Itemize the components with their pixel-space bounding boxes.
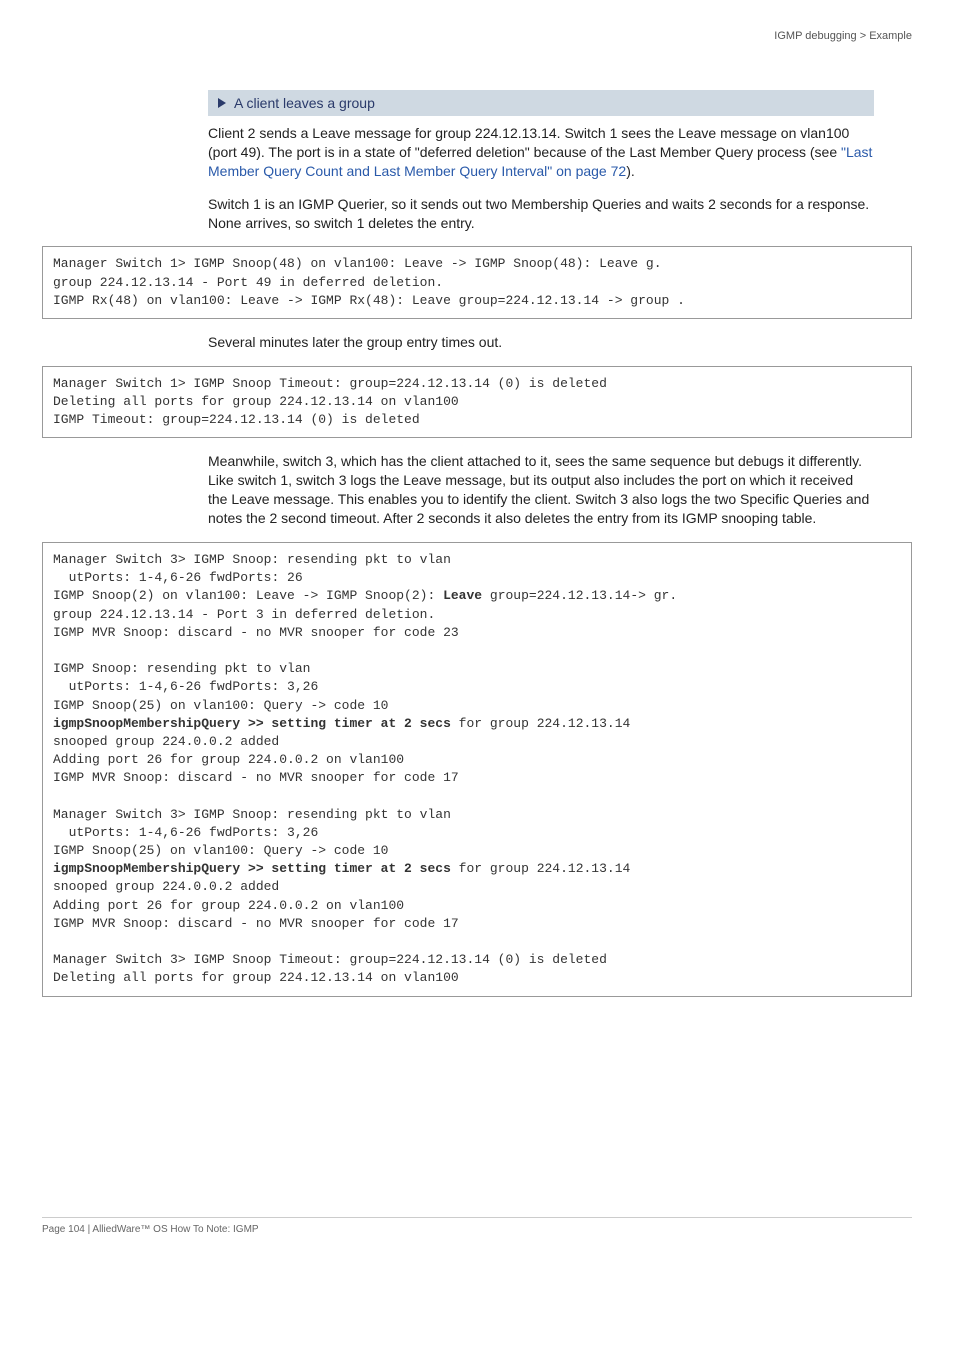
code-line: snooped group 224.0.0.2 added bbox=[53, 879, 279, 894]
code-line: group 224.12.13.14 - Port 3 in deferred … bbox=[53, 607, 435, 622]
code-line: Manager Switch 3> IGMP Snoop: resending … bbox=[53, 807, 451, 822]
code-line: IGMP Snoop(2) on vlan100: Leave -> IGMP … bbox=[53, 588, 443, 603]
code-line: utPorts: 1-4,6-26 fwdPorts: 3,26 bbox=[53, 825, 318, 840]
code-line: utPorts: 1-4,6-26 fwdPorts: 26 bbox=[53, 570, 303, 585]
code-line: for group 224.12.13.14 bbox=[451, 861, 630, 876]
page-footer: Page 104 | AlliedWare™ OS How To Note: I… bbox=[42, 1217, 912, 1235]
code-line: Manager Switch 3> IGMP Snoop Timeout: gr… bbox=[53, 952, 607, 967]
paragraph: Meanwhile, switch 3, which has the clien… bbox=[208, 452, 874, 528]
code-line: IGMP MVR Snoop: discard - no MVR snooper… bbox=[53, 916, 459, 931]
code-line: for group 224.12.13.14 bbox=[451, 716, 630, 731]
section-title: A client leaves a group bbox=[234, 95, 375, 111]
text-run: Client 2 sends a Leave message for group… bbox=[208, 125, 849, 160]
code-line: snooped group 224.0.0.2 added bbox=[53, 734, 279, 749]
text-run: ). bbox=[626, 163, 635, 179]
code-line: IGMP MVR Snoop: discard - no MVR snooper… bbox=[53, 770, 459, 785]
code-line: IGMP Snoop: resending pkt to vlan bbox=[53, 661, 310, 676]
paragraph: Several minutes later the group entry ti… bbox=[208, 333, 874, 352]
code-bold: Leave bbox=[443, 588, 482, 603]
triangle-right-icon bbox=[218, 98, 226, 108]
code-line: IGMP Snoop(25) on vlan100: Query -> code… bbox=[53, 843, 388, 858]
paragraph: Switch 1 is an IGMP Querier, so it sends… bbox=[208, 195, 874, 233]
code-line: IGMP MVR Snoop: discard - no MVR snooper… bbox=[53, 625, 459, 640]
paragraph: Client 2 sends a Leave message for group… bbox=[208, 124, 874, 181]
code-line: Adding port 26 for group 224.0.0.2 on vl… bbox=[53, 752, 404, 767]
code-line: utPorts: 1-4,6-26 fwdPorts: 3,26 bbox=[53, 679, 318, 694]
code-output: Manager Switch 1> IGMP Snoop Timeout: gr… bbox=[42, 366, 912, 439]
code-line: IGMP Snoop(25) on vlan100: Query -> code… bbox=[53, 698, 388, 713]
code-output: Manager Switch 3> IGMP Snoop: resending … bbox=[42, 542, 912, 997]
page-header-breadcrumb: IGMP debugging > Example bbox=[42, 30, 912, 42]
code-line: Manager Switch 3> IGMP Snoop: resending … bbox=[53, 552, 451, 567]
code-bold: igmpSnoopMembershipQuery >> setting time… bbox=[53, 716, 451, 731]
code-line: Deleting all ports for group 224.12.13.1… bbox=[53, 970, 459, 985]
code-line: Adding port 26 for group 224.0.0.2 on vl… bbox=[53, 898, 404, 913]
code-output: Manager Switch 1> IGMP Snoop(48) on vlan… bbox=[42, 246, 912, 319]
code-bold: igmpSnoopMembershipQuery >> setting time… bbox=[53, 861, 451, 876]
code-line: group=224.12.13.14-> gr. bbox=[482, 588, 677, 603]
section-heading: A client leaves a group bbox=[208, 90, 874, 116]
